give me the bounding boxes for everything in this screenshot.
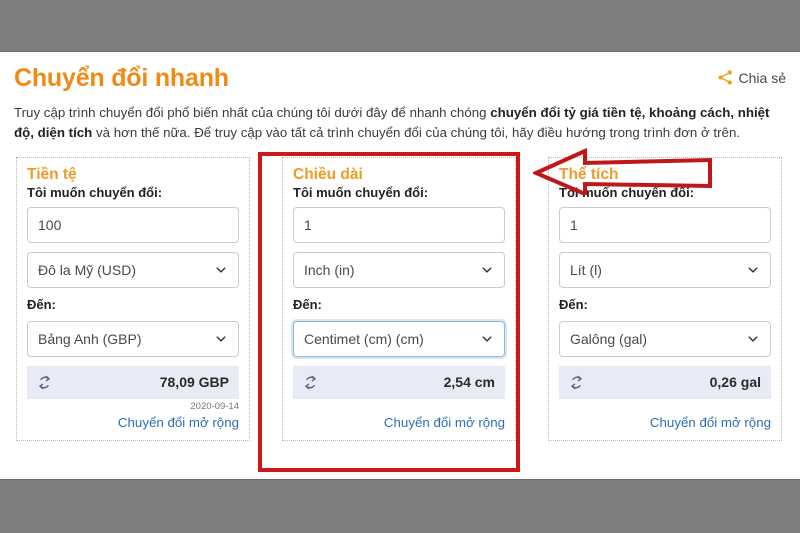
rate-date: 2020-09-14: [190, 400, 239, 412]
chevron-down-icon: [481, 264, 494, 276]
from-unit-select[interactable]: Đô la Mỹ (USD): [27, 251, 239, 288]
to-unit-select[interactable]: Centimet (cm) (cm): [293, 320, 505, 357]
browser-chrome-top: [0, 0, 800, 52]
converter-cards: Tiền tệ Tôi muốn chuyển đổi: 100 Đô la M…: [14, 156, 786, 442]
converter-card-currency: Tiền tệ Tôi muốn chuyển đổi: 100 Đô la M…: [16, 156, 250, 442]
result-value: 78,09 GBP: [159, 374, 229, 390]
rate-date: [293, 402, 505, 413]
converter-card-volume: Thể tích Tôi muốn chuyển đổi: 1 Lít (l) …: [548, 156, 782, 442]
to-label: Đến:: [559, 296, 588, 312]
chevron-down-icon: [747, 333, 760, 345]
extended-converter-link[interactable]: Chuyển đổi mở rộng: [559, 415, 771, 431]
amount-value: 100: [38, 216, 62, 233]
result-row: 0,26 gal: [559, 365, 771, 399]
from-unit-select[interactable]: Lít (l): [559, 251, 771, 288]
intro-paragraph: Truy cập trình chuyển đổi phổ biến nhất …: [14, 103, 782, 143]
amount-value: 1: [304, 216, 312, 233]
from-label: Tôi muốn chuyển đổi:: [559, 185, 695, 201]
result-value: 0,26 gal: [709, 374, 761, 390]
from-label: Tôi muốn chuyển đổi:: [27, 185, 163, 201]
chevron-down-icon: [215, 264, 228, 276]
swap-arrows-icon[interactable]: [302, 374, 319, 391]
amount-value: 1: [570, 216, 578, 233]
rate-date: [559, 402, 771, 413]
to-unit-select[interactable]: Galông (gal): [559, 320, 771, 357]
share-button[interactable]: Chia sẻ: [717, 69, 786, 86]
amount-input[interactable]: 100: [27, 206, 239, 243]
browser-chrome-bottom: [0, 479, 800, 533]
from-unit-value: Inch (in): [304, 261, 355, 278]
to-unit-value: Galông (gal): [570, 330, 648, 347]
chevron-down-icon: [747, 264, 760, 276]
amount-input[interactable]: 1: [293, 206, 505, 243]
from-unit-value: Đô la Mỹ (USD): [38, 261, 137, 278]
page-title: Chuyển đổi nhanh: [14, 64, 229, 92]
card-title: Tiền tệ: [27, 165, 77, 183]
from-unit-value: Lít (l): [570, 261, 602, 278]
from-unit-select[interactable]: Inch (in): [293, 251, 505, 288]
converter-card-length: Chiều dài Tôi muốn chuyển đổi: 1 Inch (i…: [282, 156, 516, 442]
to-unit-value: Bảng Anh (GBP): [38, 330, 142, 347]
to-unit-value: Centimet (cm) (cm): [304, 330, 424, 347]
chevron-down-icon: [481, 333, 494, 345]
to-unit-select[interactable]: Bảng Anh (GBP): [27, 320, 239, 357]
amount-input[interactable]: 1: [559, 206, 771, 243]
result-row: 2,54 cm: [293, 365, 505, 399]
page-content: Chuyển đổi nhanh Chia sẻ Truy cập trình …: [0, 53, 800, 479]
result-row: 78,09 GBP: [27, 365, 239, 399]
to-label: Đến:: [27, 296, 56, 312]
extended-converter-link[interactable]: Chuyển đổi mở rộng: [27, 415, 239, 431]
intro-text-part2: và hơn thế nữa. Để truy cập vào tất cả t…: [92, 124, 741, 140]
from-label: Tôi muốn chuyển đổi:: [293, 185, 429, 201]
swap-arrows-icon[interactable]: [568, 374, 585, 391]
page-header: Chuyển đổi nhanh Chia sẻ: [14, 64, 786, 93]
swap-arrows-icon[interactable]: [36, 374, 53, 391]
share-label: Chia sẻ: [738, 69, 786, 86]
screenshot-root: Chuyển đổi nhanh Chia sẻ Truy cập trình …: [0, 0, 800, 533]
card-title: Chiều dài: [293, 165, 363, 183]
to-label: Đến:: [293, 296, 322, 312]
card-title: Thể tích: [559, 165, 619, 183]
share-nodes-icon: [717, 69, 734, 86]
intro-text-part1: Truy cập trình chuyển đổi phổ biến nhất …: [14, 104, 491, 120]
chevron-down-icon: [215, 333, 228, 345]
extended-converter-link[interactable]: Chuyển đổi mở rộng: [293, 415, 505, 431]
result-value: 2,54 cm: [443, 374, 495, 390]
